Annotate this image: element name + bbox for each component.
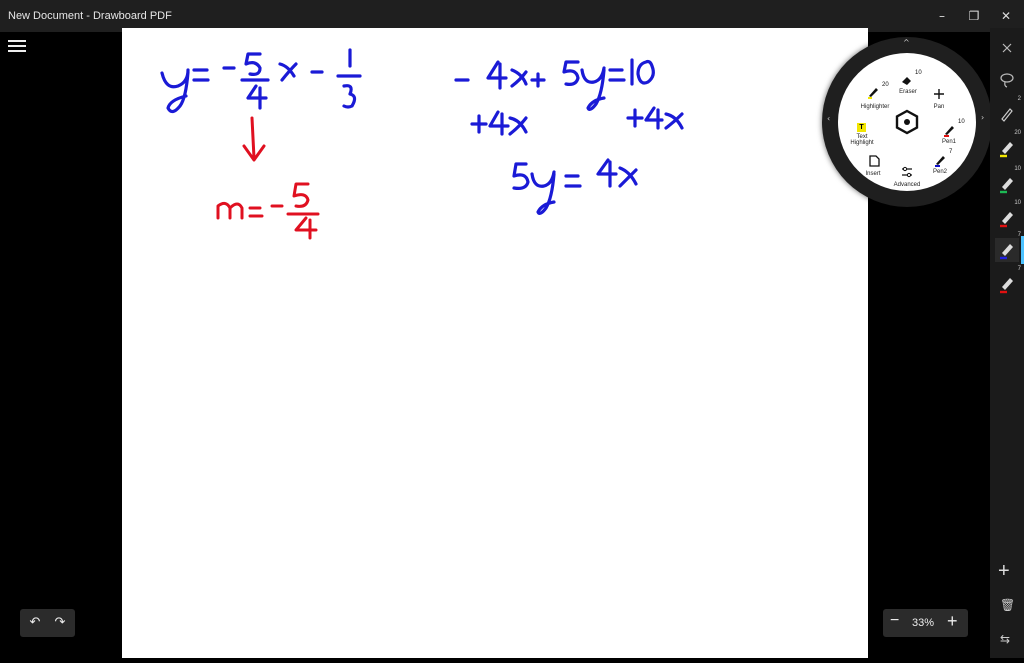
pen-blue-icon [1000,244,1013,260]
radial-menu[interactable]: ^ ‹ › 10 Eraser 20 Highlighter Pan T Tex… [822,37,992,207]
toolbar-pen-red2-size: 7 [1017,266,1021,272]
pen-red2-icon [1000,278,1013,294]
sliders-icon[interactable] [900,165,914,179]
chevron-left-icon[interactable]: ‹ [827,114,830,123]
add-tool-button[interactable]: + [998,560,1010,583]
document-page[interactable] [122,28,868,658]
pan-label: Pan [933,104,945,110]
toolbar-pen-red[interactable]: 10 [995,200,1021,230]
close-button[interactable]: ✕ [992,6,1020,26]
pen2-label: Pen2 [932,169,947,175]
minimize-button[interactable]: – [928,6,956,26]
chevron-right-icon[interactable]: › [981,113,984,122]
lasso-icon[interactable] [995,68,1019,92]
toolbar-pen-small[interactable]: 2 [995,96,1021,126]
chevron-up-icon[interactable]: ^ [903,38,910,47]
eraser-label: Eraser [899,89,917,95]
ink-layer [160,48,684,240]
zoom-level[interactable]: 33% [912,617,934,629]
toolbar-pen-red2[interactable]: 7 [995,266,1021,296]
hexagon-settings-icon[interactable] [894,109,920,135]
highlighter-size: 20 [882,82,889,88]
pan-tool-icon[interactable] [995,36,1019,60]
text-highlight-label-2: Highlight [850,140,874,146]
insert-label: Insert [865,171,881,177]
tool-strip: 2 20 10 10 7 7 + 🗑 ⇆ [990,28,1024,658]
restore-button[interactable]: ❐ [960,6,988,26]
toolbar-highlighter-size: 20 [1014,130,1021,136]
highlighter-icon [1000,142,1013,158]
pen1-size: 10 [958,119,965,125]
eraser-size: 10 [915,70,922,76]
pen1-icon[interactable] [942,123,956,137]
pan-icon[interactable] [932,87,946,101]
insert-icon[interactable] [867,154,881,168]
zoom-in-button[interactable]: + [947,611,958,632]
toolbar-pen-small-size: 2 [1017,96,1021,102]
pen1-label: Pen1 [941,139,956,145]
left-pane [0,32,122,658]
undo-button[interactable]: ↶ [24,613,46,633]
pen-icon [1001,108,1013,122]
pen2-size: 7 [949,149,953,155]
radial-menu-face: 10 Eraser 20 Highlighter Pan T Text High… [838,53,976,191]
pen2-icon[interactable] [933,153,947,167]
eraser-icon[interactable] [900,73,914,87]
ink-step [470,106,684,136]
window-title: New Document - Drawboard PDF [8,10,172,22]
swap-icon[interactable]: ⇆ [1000,632,1010,646]
advanced-label: Advanced [893,182,921,188]
highlighter-label: Highlighter [860,104,890,110]
zoom-out-button[interactable]: − [890,612,899,630]
toolbar-pen-red-size: 10 [1014,200,1021,206]
undo-redo-group: ↶ ↷ [20,609,75,637]
pen-green-icon [1000,178,1013,194]
ink-equation1 [160,48,362,114]
redo-button[interactable]: ↷ [49,613,71,633]
ink-equation2 [454,58,655,111]
highlighter-icon[interactable] [866,85,880,99]
toolbar-pen-blue[interactable]: 7 [995,232,1021,262]
zoom-control: − 33% + [883,609,968,637]
toolbar-highlighter[interactable]: 20 [995,130,1021,160]
menu-icon[interactable] [8,37,26,53]
delete-icon[interactable]: 🗑 [1000,598,1015,612]
pen-red-icon [1000,212,1013,228]
ink-slope [216,116,320,240]
toolbar-pen-green-size: 10 [1014,166,1021,172]
text-highlight-icon[interactable]: T [857,123,866,132]
toolbar-pen-green[interactable]: 10 [995,166,1021,196]
ink-result [512,158,638,215]
